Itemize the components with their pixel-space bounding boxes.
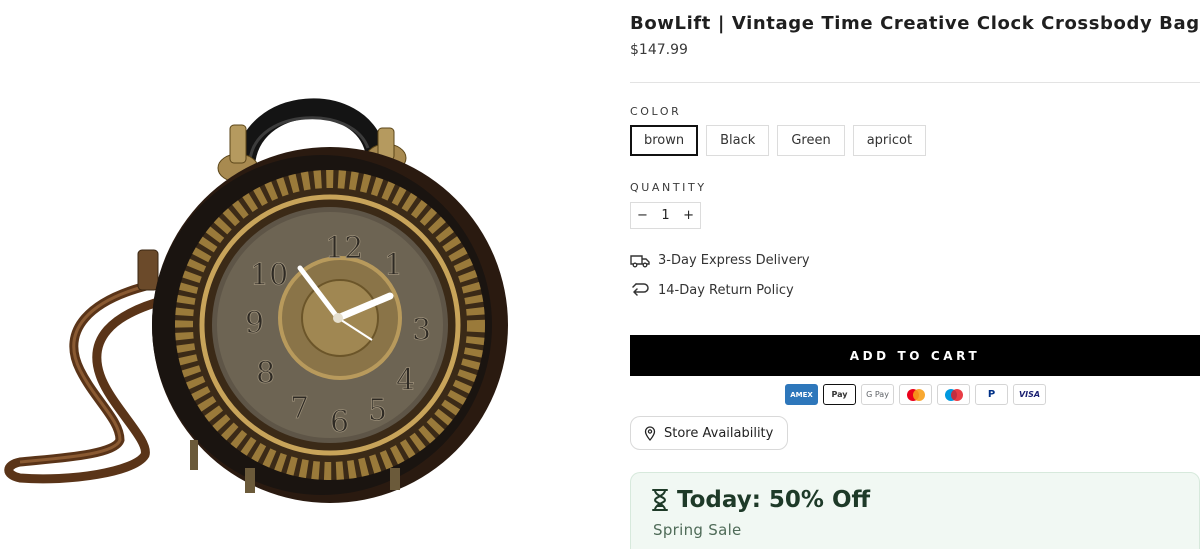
- returns-text: 14-Day Return Policy: [658, 282, 794, 298]
- product-price: $147.99: [630, 42, 688, 58]
- decrement-button[interactable]: −: [637, 208, 648, 223]
- color-option-apricot[interactable]: apricot: [852, 125, 927, 156]
- promo-headline: Today: 50% Off: [651, 487, 870, 513]
- svg-text:5: 5: [368, 393, 387, 428]
- store-availability-button[interactable]: Store Availability: [630, 416, 789, 450]
- google-pay-icon: G Pay: [861, 384, 894, 405]
- promo-subline: Spring Sale: [653, 521, 742, 539]
- promo-headline-text: Today: 50% Off: [677, 487, 871, 513]
- return-arrow-icon: [632, 283, 649, 296]
- color-option-black[interactable]: Black: [706, 125, 770, 156]
- color-option-brown[interactable]: brown: [630, 125, 699, 156]
- svg-text:7: 7: [290, 391, 309, 426]
- color-options: brown Black Green apricot: [630, 125, 927, 156]
- svg-text:10: 10: [250, 258, 288, 293]
- store-availability-label: Store Availability: [664, 425, 774, 441]
- hourglass-icon: [652, 489, 668, 511]
- svg-text:9: 9: [245, 306, 264, 341]
- svg-text:8: 8: [256, 356, 275, 391]
- svg-text:3: 3: [412, 313, 431, 348]
- increment-button[interactable]: +: [683, 208, 694, 223]
- payment-icons: AMEX Pay G Pay P VISA: [785, 384, 1046, 405]
- paypal-icon: P: [975, 384, 1008, 405]
- svg-text:12: 12: [325, 231, 363, 266]
- color-option-green[interactable]: Green: [777, 125, 845, 156]
- divider: [630, 82, 1200, 83]
- visa-icon: VISA: [1013, 384, 1046, 405]
- clock-bag-illustration: 12 1 3 4 5 6 7 8 9 10: [4, 98, 508, 503]
- product-image[interactable]: 12 1 3 4 5 6 7 8 9 10: [0, 0, 600, 549]
- maestro-icon: [937, 384, 970, 405]
- product-title: BowLift | Vintage Time Creative Clock Cr…: [630, 13, 1200, 34]
- location-pin-icon: [644, 425, 656, 441]
- promo-banner: Today: 50% Off Spring Sale: [630, 472, 1200, 549]
- add-to-cart-button[interactable]: ADD TO CART: [630, 335, 1200, 376]
- perk-returns: 14-Day Return Policy: [630, 281, 794, 299]
- svg-text:1: 1: [384, 248, 403, 283]
- delivery-text: 3-Day Express Delivery: [658, 252, 810, 268]
- quantity-label: QUANTITY: [630, 181, 707, 194]
- mastercard-icon: [899, 384, 932, 405]
- product-info: BowLift | Vintage Time Creative Clock Cr…: [630, 0, 1200, 549]
- quantity-stepper: − 1 +: [630, 202, 701, 229]
- quantity-value[interactable]: 1: [661, 208, 669, 223]
- color-label: COLOR: [630, 105, 682, 118]
- amex-icon: AMEX: [785, 384, 818, 405]
- truck-icon: [630, 255, 650, 268]
- apple-pay-icon: Pay: [823, 384, 856, 405]
- svg-text:4: 4: [396, 363, 415, 398]
- svg-text:6: 6: [330, 405, 349, 440]
- perk-delivery: 3-Day Express Delivery: [630, 252, 810, 268]
